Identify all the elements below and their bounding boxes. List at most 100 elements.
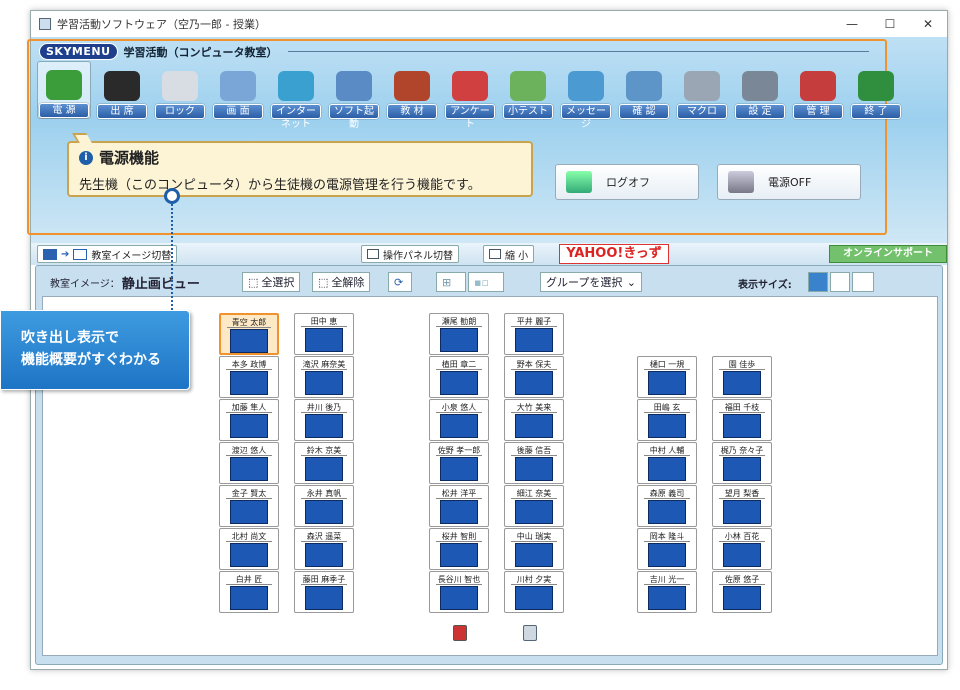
student-seat[interactable]: 梶乃 奈々子 [712, 442, 772, 484]
classroom-image-toggle-button[interactable]: ➔ 教室イメージ切替 [37, 245, 178, 263]
classroom-image-toggle-label: 教室イメージ切替 [91, 250, 172, 262]
refresh-button[interactable]: ⟳ [388, 272, 412, 292]
student-seat[interactable]: 鈴木 京美 [294, 442, 354, 484]
student-name: 後藤 信吾 [511, 445, 557, 456]
online-support-button[interactable]: オンラインサポート [829, 245, 947, 263]
tool-button-12[interactable]: 設 定 [733, 61, 787, 119]
student-name: 加藤 隼人 [226, 402, 272, 413]
student-seat[interactable]: 白井 匠 [219, 571, 279, 613]
student-seat[interactable]: 本多 政博 [219, 356, 279, 398]
student-seat[interactable]: 森沢 遥菜 [294, 528, 354, 570]
screen-thumbnail [440, 500, 478, 524]
layout-button[interactable]: ▪▫ [468, 272, 504, 292]
student-name: 吉川 光一 [644, 574, 690, 585]
student-seat[interactable]: 北村 尚文 [219, 528, 279, 570]
tool-button-2[interactable]: ロック [153, 61, 207, 119]
tool-label: 管 理 [793, 104, 843, 119]
student-seat[interactable]: 瀬尾 勧朗 [429, 313, 489, 355]
power-off-button[interactable]: 電源OFF [717, 164, 861, 200]
student-name: 本多 政博 [226, 359, 272, 370]
shrink-button[interactable]: 縮 小 [483, 245, 535, 263]
student-seat[interactable]: 井川 後乃 [294, 399, 354, 441]
lock-mouse-icon [162, 71, 198, 101]
group-select-dropdown[interactable]: グループを選択 ⌄ [540, 272, 642, 292]
student-seat[interactable]: 田中 恵 [294, 313, 354, 355]
screen-thumbnail [440, 457, 478, 481]
screen-thumbnail [648, 457, 686, 481]
printer-icon[interactable] [523, 625, 537, 641]
tool-button-1[interactable]: 出 席 [95, 61, 149, 119]
student-seat[interactable]: 滝沢 麻奈美 [294, 356, 354, 398]
size-large-button[interactable] [852, 272, 874, 292]
bubble-body: 先生機（このコンピュータ）から生徒機の電源管理を行う機能です。 [79, 178, 481, 193]
student-seat[interactable]: 佐野 孝一郎 [429, 442, 489, 484]
student-seat[interactable]: 松井 洋平 [429, 485, 489, 527]
size-small-button[interactable] [808, 272, 828, 292]
panel-icon [367, 249, 379, 259]
tool-button-6[interactable]: 教 材 [385, 61, 439, 119]
group-view-button[interactable]: ⊞ [436, 272, 466, 292]
student-seat[interactable]: 加藤 隼人 [219, 399, 279, 441]
student-seat[interactable]: 藤田 麻季子 [294, 571, 354, 613]
student-seat[interactable]: 植田 章二 [429, 356, 489, 398]
student-seat[interactable]: 佐原 悠子 [712, 571, 772, 613]
tool-button-11[interactable]: マクロ [675, 61, 729, 119]
student-seat[interactable]: 長谷川 智也 [429, 571, 489, 613]
check-magnifier-icon [626, 71, 662, 101]
tool-button-3[interactable]: 画 面 [211, 61, 265, 119]
student-seat[interactable]: 細江 奈美 [504, 485, 564, 527]
student-seat[interactable]: 吉川 光一 [637, 571, 697, 613]
student-seat[interactable]: 田嶋 玄 [637, 399, 697, 441]
power-status-icon[interactable] [453, 625, 467, 641]
student-seat[interactable]: 青空 太郎 [219, 313, 279, 355]
student-seat[interactable]: 平井 麗子 [504, 313, 564, 355]
tool-button-0[interactable]: 電 源 [37, 61, 91, 119]
student-name: 野本 保夫 [511, 359, 557, 370]
close-button[interactable]: ✕ [909, 17, 947, 31]
student-seat[interactable]: 中村 人輔 [637, 442, 697, 484]
student-seat[interactable]: 川村 夕実 [504, 571, 564, 613]
logoff-button[interactable]: ログオフ [555, 164, 699, 200]
student-seat[interactable]: 森原 義司 [637, 485, 697, 527]
student-seat[interactable]: 望月 梨香 [712, 485, 772, 527]
screen-thumbnail [440, 586, 478, 610]
student-seat[interactable]: 園 佳歩 [712, 356, 772, 398]
power-off-label: 電源OFF [768, 176, 812, 189]
yahoo-kids-button[interactable]: YAHOO!きっず [559, 244, 669, 264]
student-name: 松井 洋平 [436, 488, 482, 499]
classroom-label: 教室イメージ： [50, 278, 120, 290]
tool-button-7[interactable]: アンケート [443, 61, 497, 130]
student-seat[interactable]: 樋口 一規 [637, 356, 697, 398]
student-seat[interactable]: 野本 保夫 [504, 356, 564, 398]
student-seat[interactable]: 小泉 悠人 [429, 399, 489, 441]
minimize-button[interactable]: — [833, 17, 871, 31]
student-seat[interactable]: 金子 賢太 [219, 485, 279, 527]
size-medium-button[interactable] [830, 272, 850, 292]
manage-tools-icon [800, 71, 836, 101]
student-seat[interactable]: 桜井 智則 [429, 528, 489, 570]
tool-button-10[interactable]: 確 認 [617, 61, 671, 119]
group-select-label: グループを選択 [546, 276, 623, 289]
tool-button-5[interactable]: ソフト起動 [327, 61, 381, 130]
attendance-book-icon [104, 71, 140, 101]
student-name: 渡辺 悠人 [226, 445, 272, 456]
screen-thumbnail [723, 414, 761, 438]
student-seat[interactable]: 小林 百花 [712, 528, 772, 570]
panel-toggle-button[interactable]: 操作パネル切替 [361, 245, 459, 263]
student-seat[interactable]: 福田 千枝 [712, 399, 772, 441]
student-seat[interactable]: 岡本 隆斗 [637, 528, 697, 570]
select-all-button[interactable]: ⬚ 全選択 [242, 272, 301, 292]
tool-button-9[interactable]: メッセージ [559, 61, 613, 130]
maximize-button[interactable]: ☐ [871, 17, 909, 31]
student-seat[interactable]: 大竹 美来 [504, 399, 564, 441]
student-seat[interactable]: 中山 瑞実 [504, 528, 564, 570]
student-seat[interactable]: 渡辺 悠人 [219, 442, 279, 484]
tool-button-14[interactable]: 終 了 [849, 61, 903, 119]
student-seat[interactable]: 後藤 信吾 [504, 442, 564, 484]
tool-button-13[interactable]: 管 理 [791, 61, 845, 119]
tool-button-4[interactable]: インターネット [269, 61, 323, 130]
tool-button-8[interactable]: 小テスト [501, 61, 555, 119]
deselect-all-button[interactable]: ⬚ 全解除 [312, 272, 371, 292]
teaching-materials-icon [394, 71, 430, 101]
student-seat[interactable]: 永井 真帆 [294, 485, 354, 527]
